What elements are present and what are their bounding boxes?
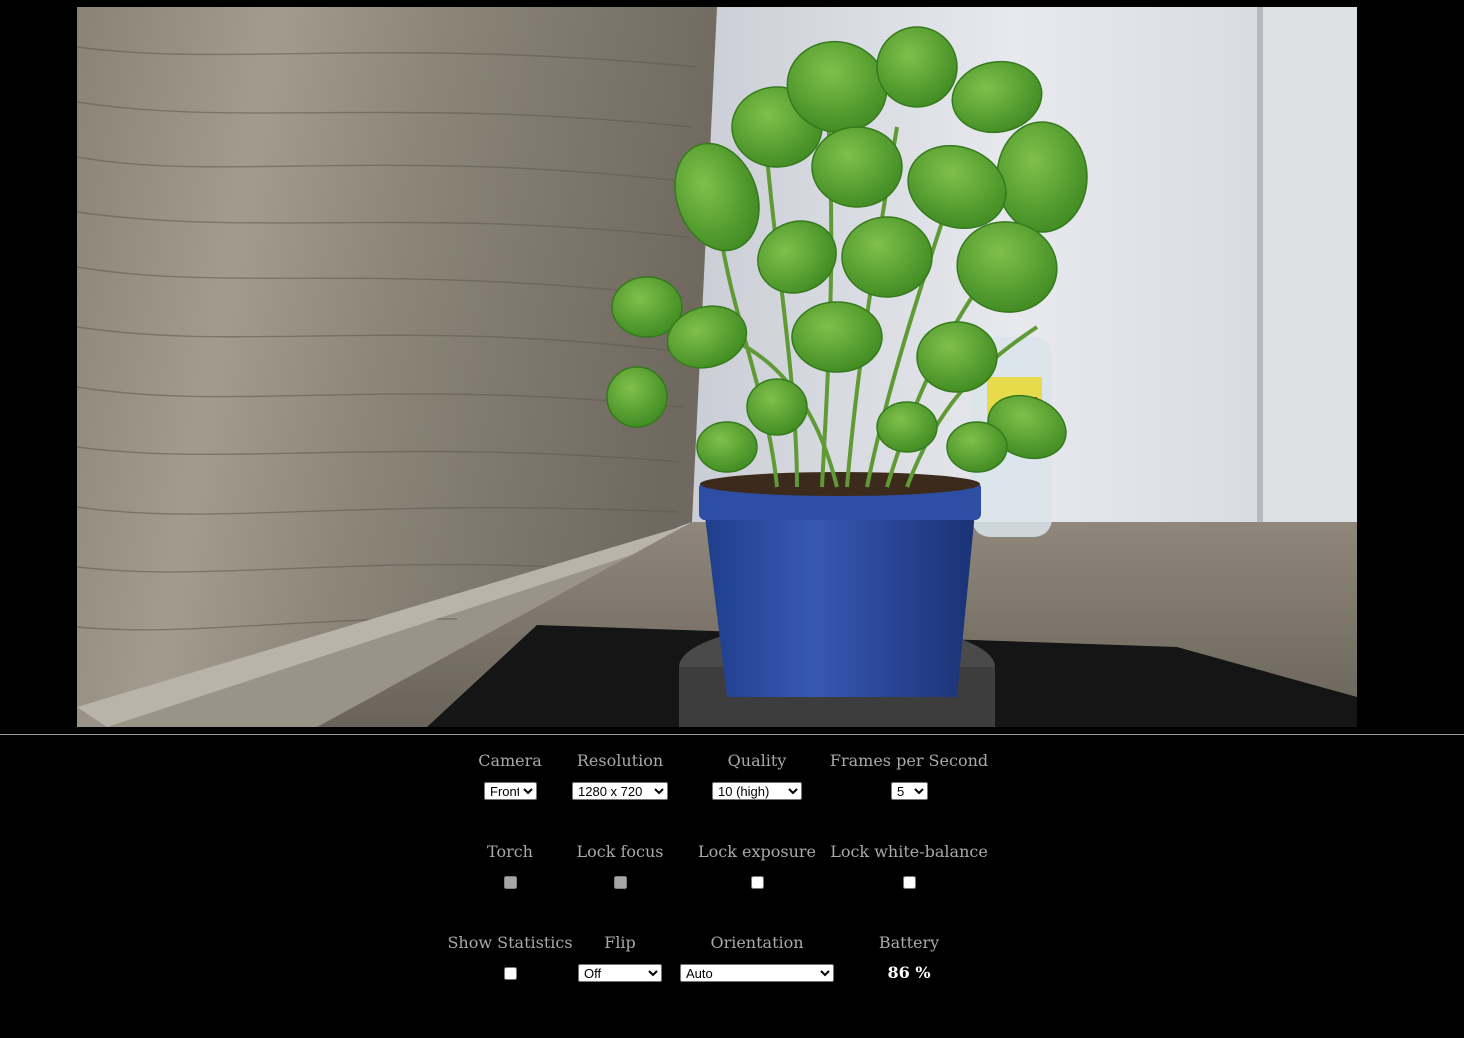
camera-label: Camera xyxy=(478,751,542,770)
flip-label: Flip xyxy=(604,933,636,952)
lock-white-balance-label: Lock white-balance xyxy=(830,842,988,861)
lock-white-balance-checkbox[interactable] xyxy=(903,876,916,889)
fps-select[interactable]: 5 xyxy=(891,782,928,800)
lock-focus-checkbox[interactable] xyxy=(614,876,627,889)
divider xyxy=(0,734,1464,735)
lock-focus-label: Lock focus xyxy=(576,842,664,861)
quality-select[interactable]: 10 (high) xyxy=(712,782,802,800)
orientation-select[interactable]: Auto xyxy=(680,964,834,982)
flip-select[interactable]: Off xyxy=(578,964,662,982)
torch-checkbox[interactable] xyxy=(504,876,517,889)
orientation-label: Orientation xyxy=(710,933,804,952)
quality-label: Quality xyxy=(727,751,787,770)
battery-label: Battery xyxy=(878,933,940,952)
lock-exposure-checkbox[interactable] xyxy=(751,876,764,889)
show-statistics-label: Show Statistics xyxy=(447,933,573,952)
battery-value: 86 % xyxy=(887,963,931,982)
lock-exposure-label: Lock exposure xyxy=(698,842,816,861)
torch-label: Torch xyxy=(487,842,533,861)
camera-select[interactable]: Front xyxy=(484,782,537,800)
resolution-label: Resolution xyxy=(576,751,664,770)
resolution-select[interactable]: 1280 x 720 xyxy=(572,782,668,800)
camera-feed xyxy=(77,7,1357,727)
show-statistics-checkbox[interactable] xyxy=(504,967,517,980)
camera-feed-image xyxy=(77,7,1357,727)
fps-label: Frames per Second xyxy=(829,751,989,770)
